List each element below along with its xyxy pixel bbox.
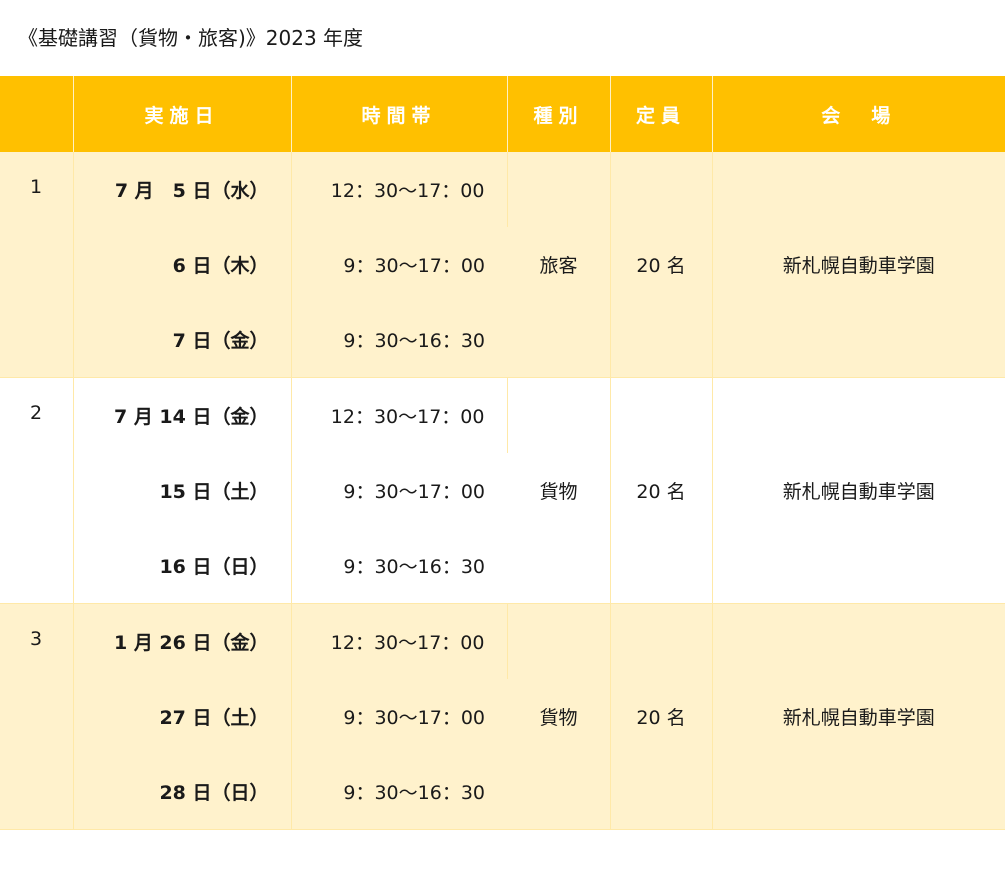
- session-date: 1 月 26 日（金）: [73, 603, 292, 679]
- session-capacity: 20 名: [610, 377, 713, 604]
- session-number: 3: [0, 603, 74, 830]
- session-time: 9：30〜17：00: [291, 679, 507, 754]
- session-venue: 新札幌自動車学園: [712, 377, 1005, 604]
- session-venue: 新札幌自動車学園: [712, 603, 1005, 830]
- session-date: 16 日（日）: [73, 528, 292, 604]
- session-time: 9：30〜16：30: [291, 528, 507, 604]
- session-group-1: 1 7 月 5 日（水） 12：30〜17：00 旅客 20 名 新札幌自動車学…: [0, 152, 1005, 378]
- session-type: 旅客: [507, 152, 611, 378]
- session-number: 1: [0, 152, 74, 378]
- session-capacity: 20 名: [610, 152, 713, 378]
- session-capacity: 20 名: [610, 603, 713, 830]
- header-date: 実施日: [73, 76, 292, 152]
- session-time: 12：30〜17：00: [291, 152, 508, 227]
- session-group-3: 3 1 月 26 日（金） 12：30〜17：00 貨物 20 名 新札幌自動車…: [0, 603, 1005, 830]
- session-group-2: 2 7 月 14 日（金） 12：30〜17：00 貨物 20 名 新札幌自動車…: [0, 377, 1005, 604]
- header-num: [0, 76, 74, 152]
- header-time: 時間帯: [291, 76, 508, 152]
- table-row: 3 1 月 26 日（金） 12：30〜17：00 貨物 20 名 新札幌自動車…: [0, 603, 1005, 830]
- header-venue: 会 場: [712, 76, 1005, 152]
- session-date: 7 月 14 日（金）: [73, 377, 292, 453]
- header-capacity: 定員: [610, 76, 713, 152]
- session-number: 2: [0, 377, 74, 604]
- session-time: 9：30〜16：30: [291, 302, 507, 378]
- session-type: 貨物: [507, 377, 611, 604]
- header-type: 種別: [507, 76, 611, 152]
- session-date: 15 日（土）: [73, 453, 292, 528]
- session-time: 9：30〜17：00: [291, 227, 507, 302]
- session-time: 12：30〜17：00: [291, 377, 508, 453]
- session-date: 27 日（土）: [73, 679, 292, 754]
- page-title: 《基礎講習（貨物・旅客)》2023 年度: [18, 26, 364, 50]
- session-time: 12：30〜17：00: [291, 603, 508, 679]
- session-time: 9：30〜16：30: [291, 754, 507, 830]
- session-date: 7 月 5 日（水）: [73, 152, 292, 227]
- table-row: 1 7 月 5 日（水） 12：30〜17：00 旅客 20 名 新札幌自動車学…: [0, 152, 1005, 378]
- session-date: 7 日（金）: [73, 302, 292, 378]
- session-venue: 新札幌自動車学園: [712, 152, 1005, 378]
- session-date: 6 日（木）: [73, 227, 292, 302]
- table-header-row: 実施日 時間帯 種別 定員 会 場: [0, 76, 1005, 152]
- session-type: 貨物: [507, 603, 611, 830]
- session-date: 28 日（日）: [73, 754, 292, 830]
- table-row: 2 7 月 14 日（金） 12：30〜17：00 貨物 20 名 新札幌自動車…: [0, 377, 1005, 604]
- schedule-table: 実施日 時間帯 種別 定員 会 場 1 7 月 5 日（水） 12：30〜17：…: [0, 76, 1005, 830]
- session-time: 9：30〜17：00: [291, 453, 507, 528]
